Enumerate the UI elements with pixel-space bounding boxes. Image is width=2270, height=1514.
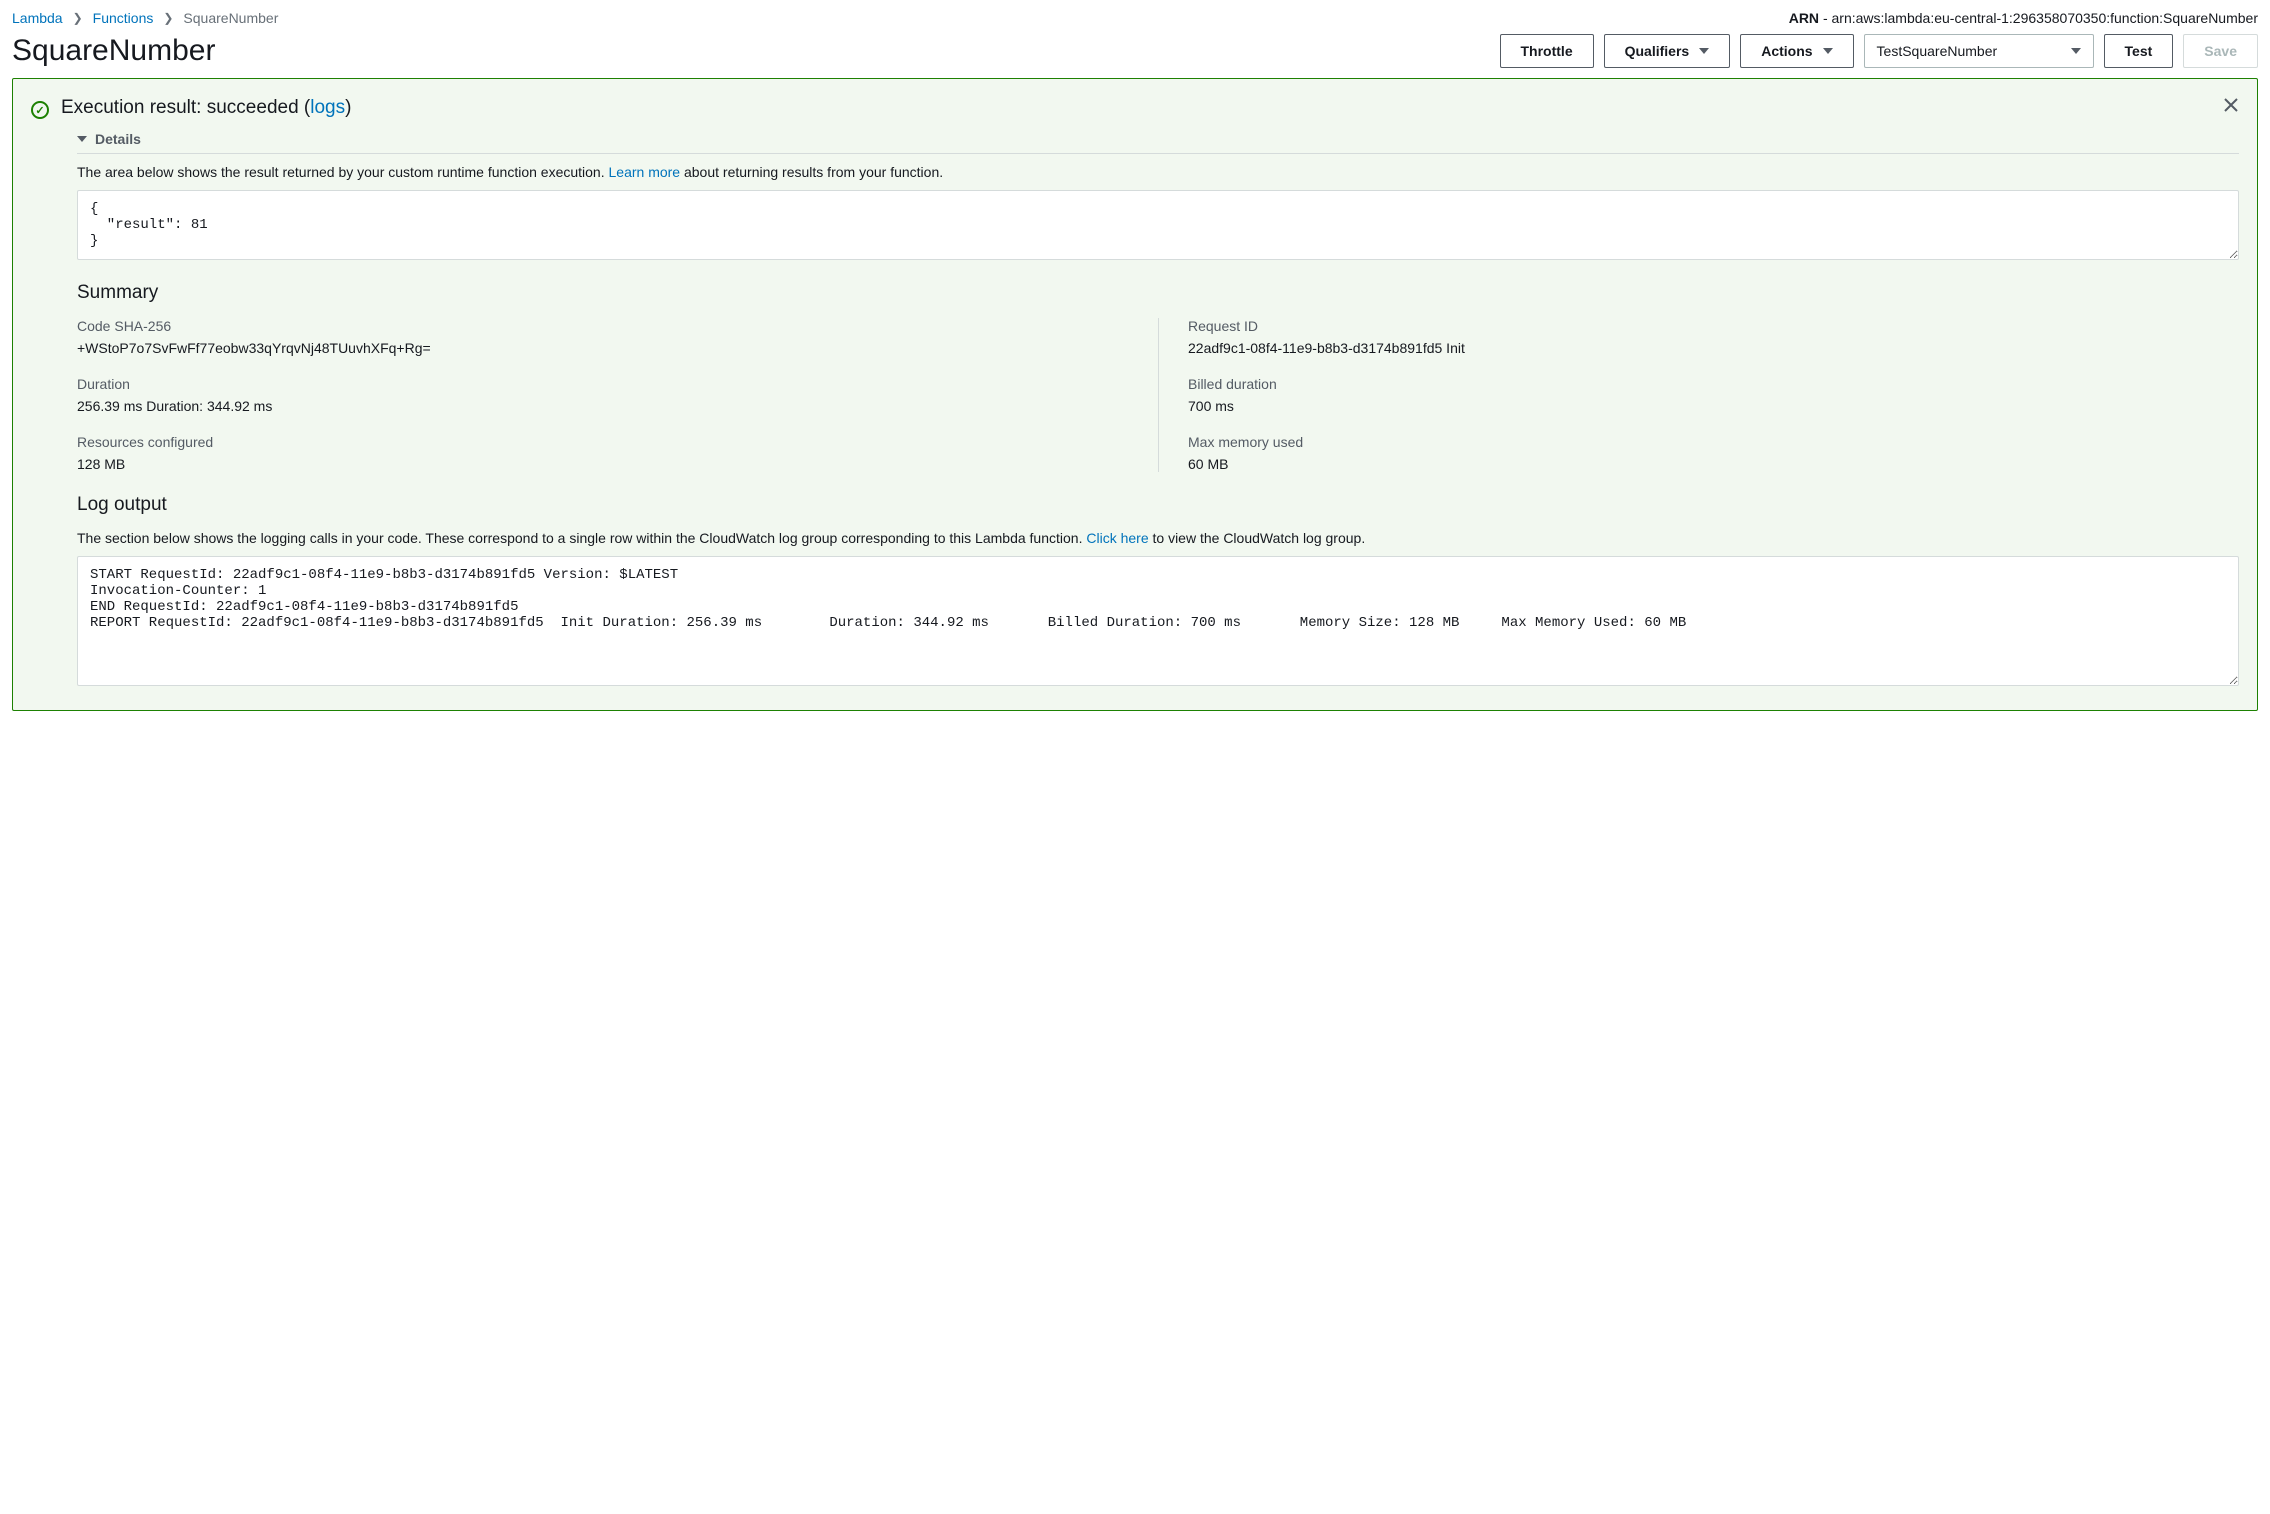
actions-label: Actions xyxy=(1761,43,1812,59)
qualifiers-label: Qualifiers xyxy=(1625,43,1690,59)
summary-code-sha: Code SHA-256 +WStoP7o7SvFwFf77eobw33qYrq… xyxy=(77,318,1148,356)
summary-value: 22adf9c1-08f4-11e9-b8b3-d3174b891fd5 Ini… xyxy=(1188,340,2239,356)
chevron-down-icon xyxy=(1823,48,1833,54)
result-payload[interactable]: { "result": 81 } xyxy=(77,190,2239,260)
close-icon xyxy=(2223,97,2239,113)
summary-label: Max memory used xyxy=(1188,434,2239,450)
summary-label: Request ID xyxy=(1188,318,2239,334)
summary-request-id: Request ID 22adf9c1-08f4-11e9-b8b3-d3174… xyxy=(1188,318,2239,356)
chevron-right-icon: ❯ xyxy=(163,11,173,25)
log-output-heading: Log output xyxy=(77,494,2239,516)
execution-result-title: Execution result: succeeded (logs) xyxy=(61,97,351,119)
result-description: The area below shows the result returned… xyxy=(77,164,2239,180)
summary-value: 128 MB xyxy=(77,456,1148,472)
summary-label: Duration xyxy=(77,376,1148,392)
arn-value: arn:aws:lambda:eu-central-1:296358070350… xyxy=(1832,10,2259,26)
summary-max-memory: Max memory used 60 MB xyxy=(1188,434,2239,472)
save-button[interactable]: Save xyxy=(2183,34,2258,68)
summary-duration: Duration 256.39 ms Duration: 344.92 ms xyxy=(77,376,1148,414)
arn-label: ARN xyxy=(1789,10,1819,26)
summary-label: Code SHA-256 xyxy=(77,318,1148,334)
log-output[interactable]: START RequestId: 22adf9c1-08f4-11e9-b8b3… xyxy=(77,556,2239,686)
summary-label: Billed duration xyxy=(1188,376,2239,392)
chevron-down-icon xyxy=(2071,48,2081,54)
breadcrumb-lambda[interactable]: Lambda xyxy=(12,10,63,26)
test-event-select[interactable]: TestSquareNumber xyxy=(1864,34,2094,68)
summary-value: 60 MB xyxy=(1188,456,2239,472)
chevron-down-icon xyxy=(1699,48,1709,54)
details-toggle[interactable]: Details xyxy=(77,131,2239,154)
test-event-value: TestSquareNumber xyxy=(1877,43,1998,59)
details-label: Details xyxy=(95,131,141,147)
chevron-right-icon: ❯ xyxy=(73,11,83,25)
success-icon: ✓ xyxy=(31,101,49,119)
execution-result-panel: ✓ Execution result: succeeded (logs) Det… xyxy=(12,78,2258,711)
summary-heading: Summary xyxy=(77,282,2239,304)
summary-resources: Resources configured 128 MB xyxy=(77,434,1148,472)
summary-value: +WStoP7o7SvFwFf77eobw33qYrqvNj48TUuvhXFq… xyxy=(77,340,1148,356)
summary-billed: Billed duration 700 ms xyxy=(1188,376,2239,414)
summary-value: 256.39 ms Duration: 344.92 ms xyxy=(77,398,1148,414)
log-description: The section below shows the logging call… xyxy=(77,530,2239,546)
summary-label: Resources configured xyxy=(77,434,1148,450)
actions-dropdown[interactable]: Actions xyxy=(1740,34,1853,68)
breadcrumb-current: SquareNumber xyxy=(183,10,278,26)
chevron-down-icon xyxy=(77,136,87,142)
cloudwatch-link[interactable]: Click here xyxy=(1086,530,1148,546)
throttle-button[interactable]: Throttle xyxy=(1500,34,1594,68)
breadcrumb: Lambda ❯ Functions ❯ SquareNumber xyxy=(12,10,278,26)
summary-value: 700 ms xyxy=(1188,398,2239,414)
logs-link[interactable]: logs xyxy=(310,97,345,118)
learn-more-link[interactable]: Learn more xyxy=(609,164,681,180)
page-title: SquareNumber xyxy=(12,34,215,68)
test-button[interactable]: Test xyxy=(2104,34,2174,68)
close-button[interactable] xyxy=(2219,93,2243,117)
arn-display: ARN - arn:aws:lambda:eu-central-1:296358… xyxy=(1789,10,2258,26)
summary-grid: Code SHA-256 +WStoP7o7SvFwFf77eobw33qYrq… xyxy=(77,318,2239,472)
action-bar: Throttle Qualifiers Actions TestSquareNu… xyxy=(1500,34,2259,68)
breadcrumb-functions[interactable]: Functions xyxy=(93,10,154,26)
qualifiers-dropdown[interactable]: Qualifiers xyxy=(1604,34,1731,68)
